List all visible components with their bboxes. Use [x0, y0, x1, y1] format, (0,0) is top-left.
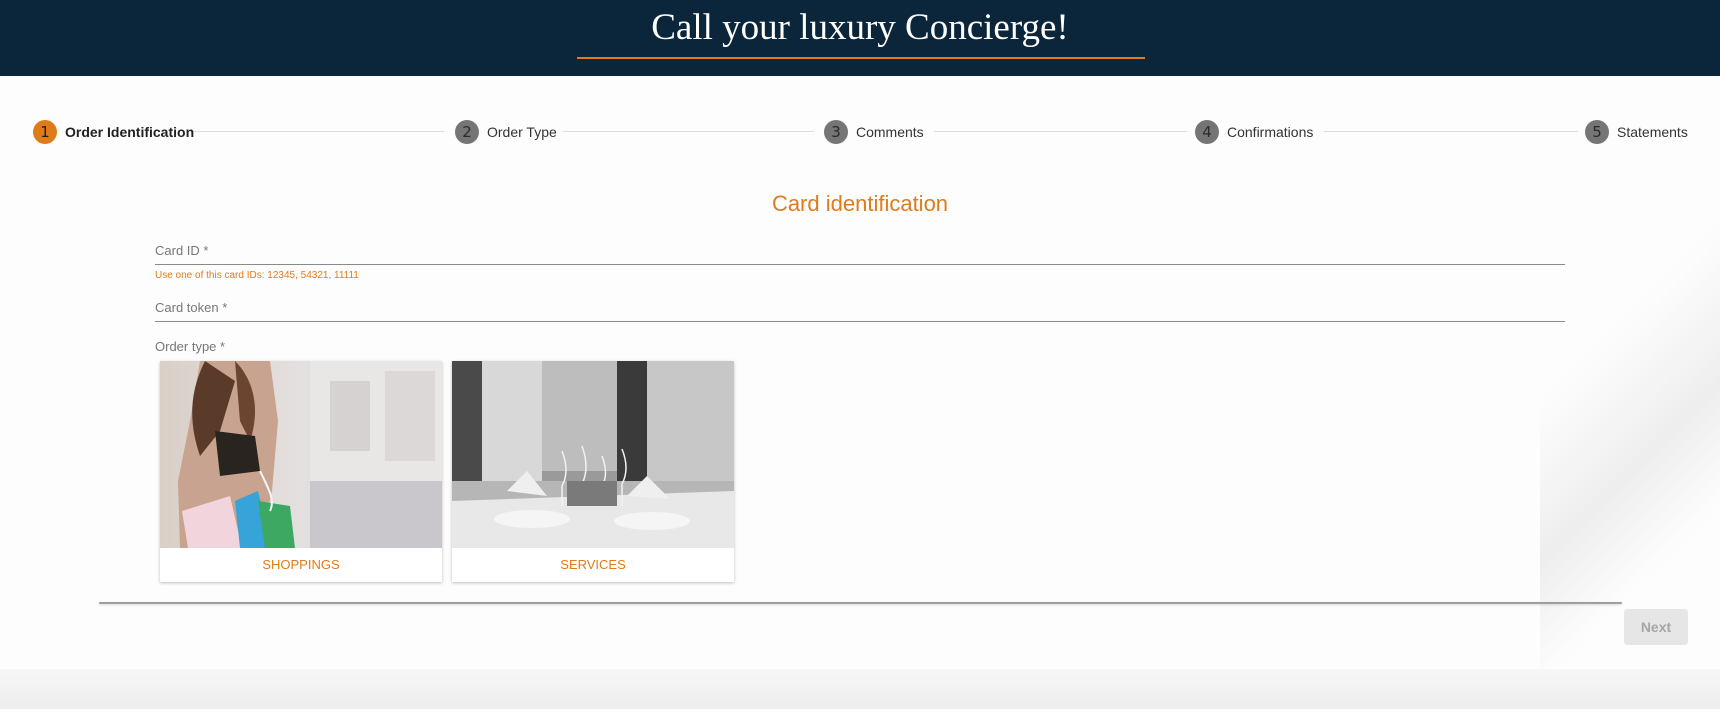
step-label: Order Type: [487, 124, 557, 140]
next-button[interactable]: Next: [1624, 609, 1688, 645]
stepper: 1 Order Identification 2 Order Type 3 Co…: [0, 110, 1720, 154]
section-title: Card identification: [771, 191, 949, 216]
step-connector: [192, 131, 444, 132]
title-underline: [577, 57, 1145, 59]
step-label: Statements: [1617, 124, 1688, 140]
step-order-identification[interactable]: 1 Order Identification: [33, 120, 194, 144]
step-statements[interactable]: 5 Statements: [1585, 120, 1688, 144]
step-connector: [1324, 131, 1578, 132]
card-id-field[interactable]: Card ID *: [155, 242, 1565, 266]
card-id-underline: [155, 264, 1565, 265]
step-label: Comments: [856, 124, 924, 140]
step-label: Order Identification: [65, 124, 195, 140]
order-type-label: Order type *: [155, 339, 226, 354]
panel-footer-area: [0, 669, 1720, 709]
step-label: Confirmations: [1227, 124, 1314, 140]
page-title: Call your luxury Concierge!: [651, 7, 1069, 48]
step-comments[interactable]: 3 Comments: [824, 120, 924, 144]
card-id-hint: Use one of this card IDs: 12345, 54321, …: [155, 270, 359, 281]
card-token-label: Card token *: [155, 300, 228, 315]
order-type-card-shoppings[interactable]: SHOPPINGS: [160, 361, 442, 582]
step-number: 1: [33, 120, 57, 144]
step-number: 5: [1585, 120, 1609, 144]
step-number: 2: [455, 120, 479, 144]
step-connector: [934, 131, 1187, 132]
shopping-image: [160, 361, 442, 548]
order-type-label-shoppings: SHOPPINGS: [262, 557, 340, 572]
card-token-underline: [155, 321, 1565, 322]
card-id-label: Card ID *: [155, 243, 209, 258]
app-header: Call your luxury Concierge!: [0, 0, 1720, 76]
form-divider: [99, 602, 1622, 604]
restaurant-table-image: [452, 361, 734, 548]
order-type-card-services[interactable]: SERVICES: [452, 361, 734, 582]
step-number: 3: [824, 120, 848, 144]
step-order-type[interactable]: 2 Order Type: [455, 120, 557, 144]
step-connector: [563, 131, 814, 132]
card-token-field[interactable]: Card token *: [155, 299, 1565, 323]
order-type-label-services: SERVICES: [560, 557, 626, 572]
step-confirmations[interactable]: 4 Confirmations: [1195, 120, 1313, 144]
step-number: 4: [1195, 120, 1219, 144]
